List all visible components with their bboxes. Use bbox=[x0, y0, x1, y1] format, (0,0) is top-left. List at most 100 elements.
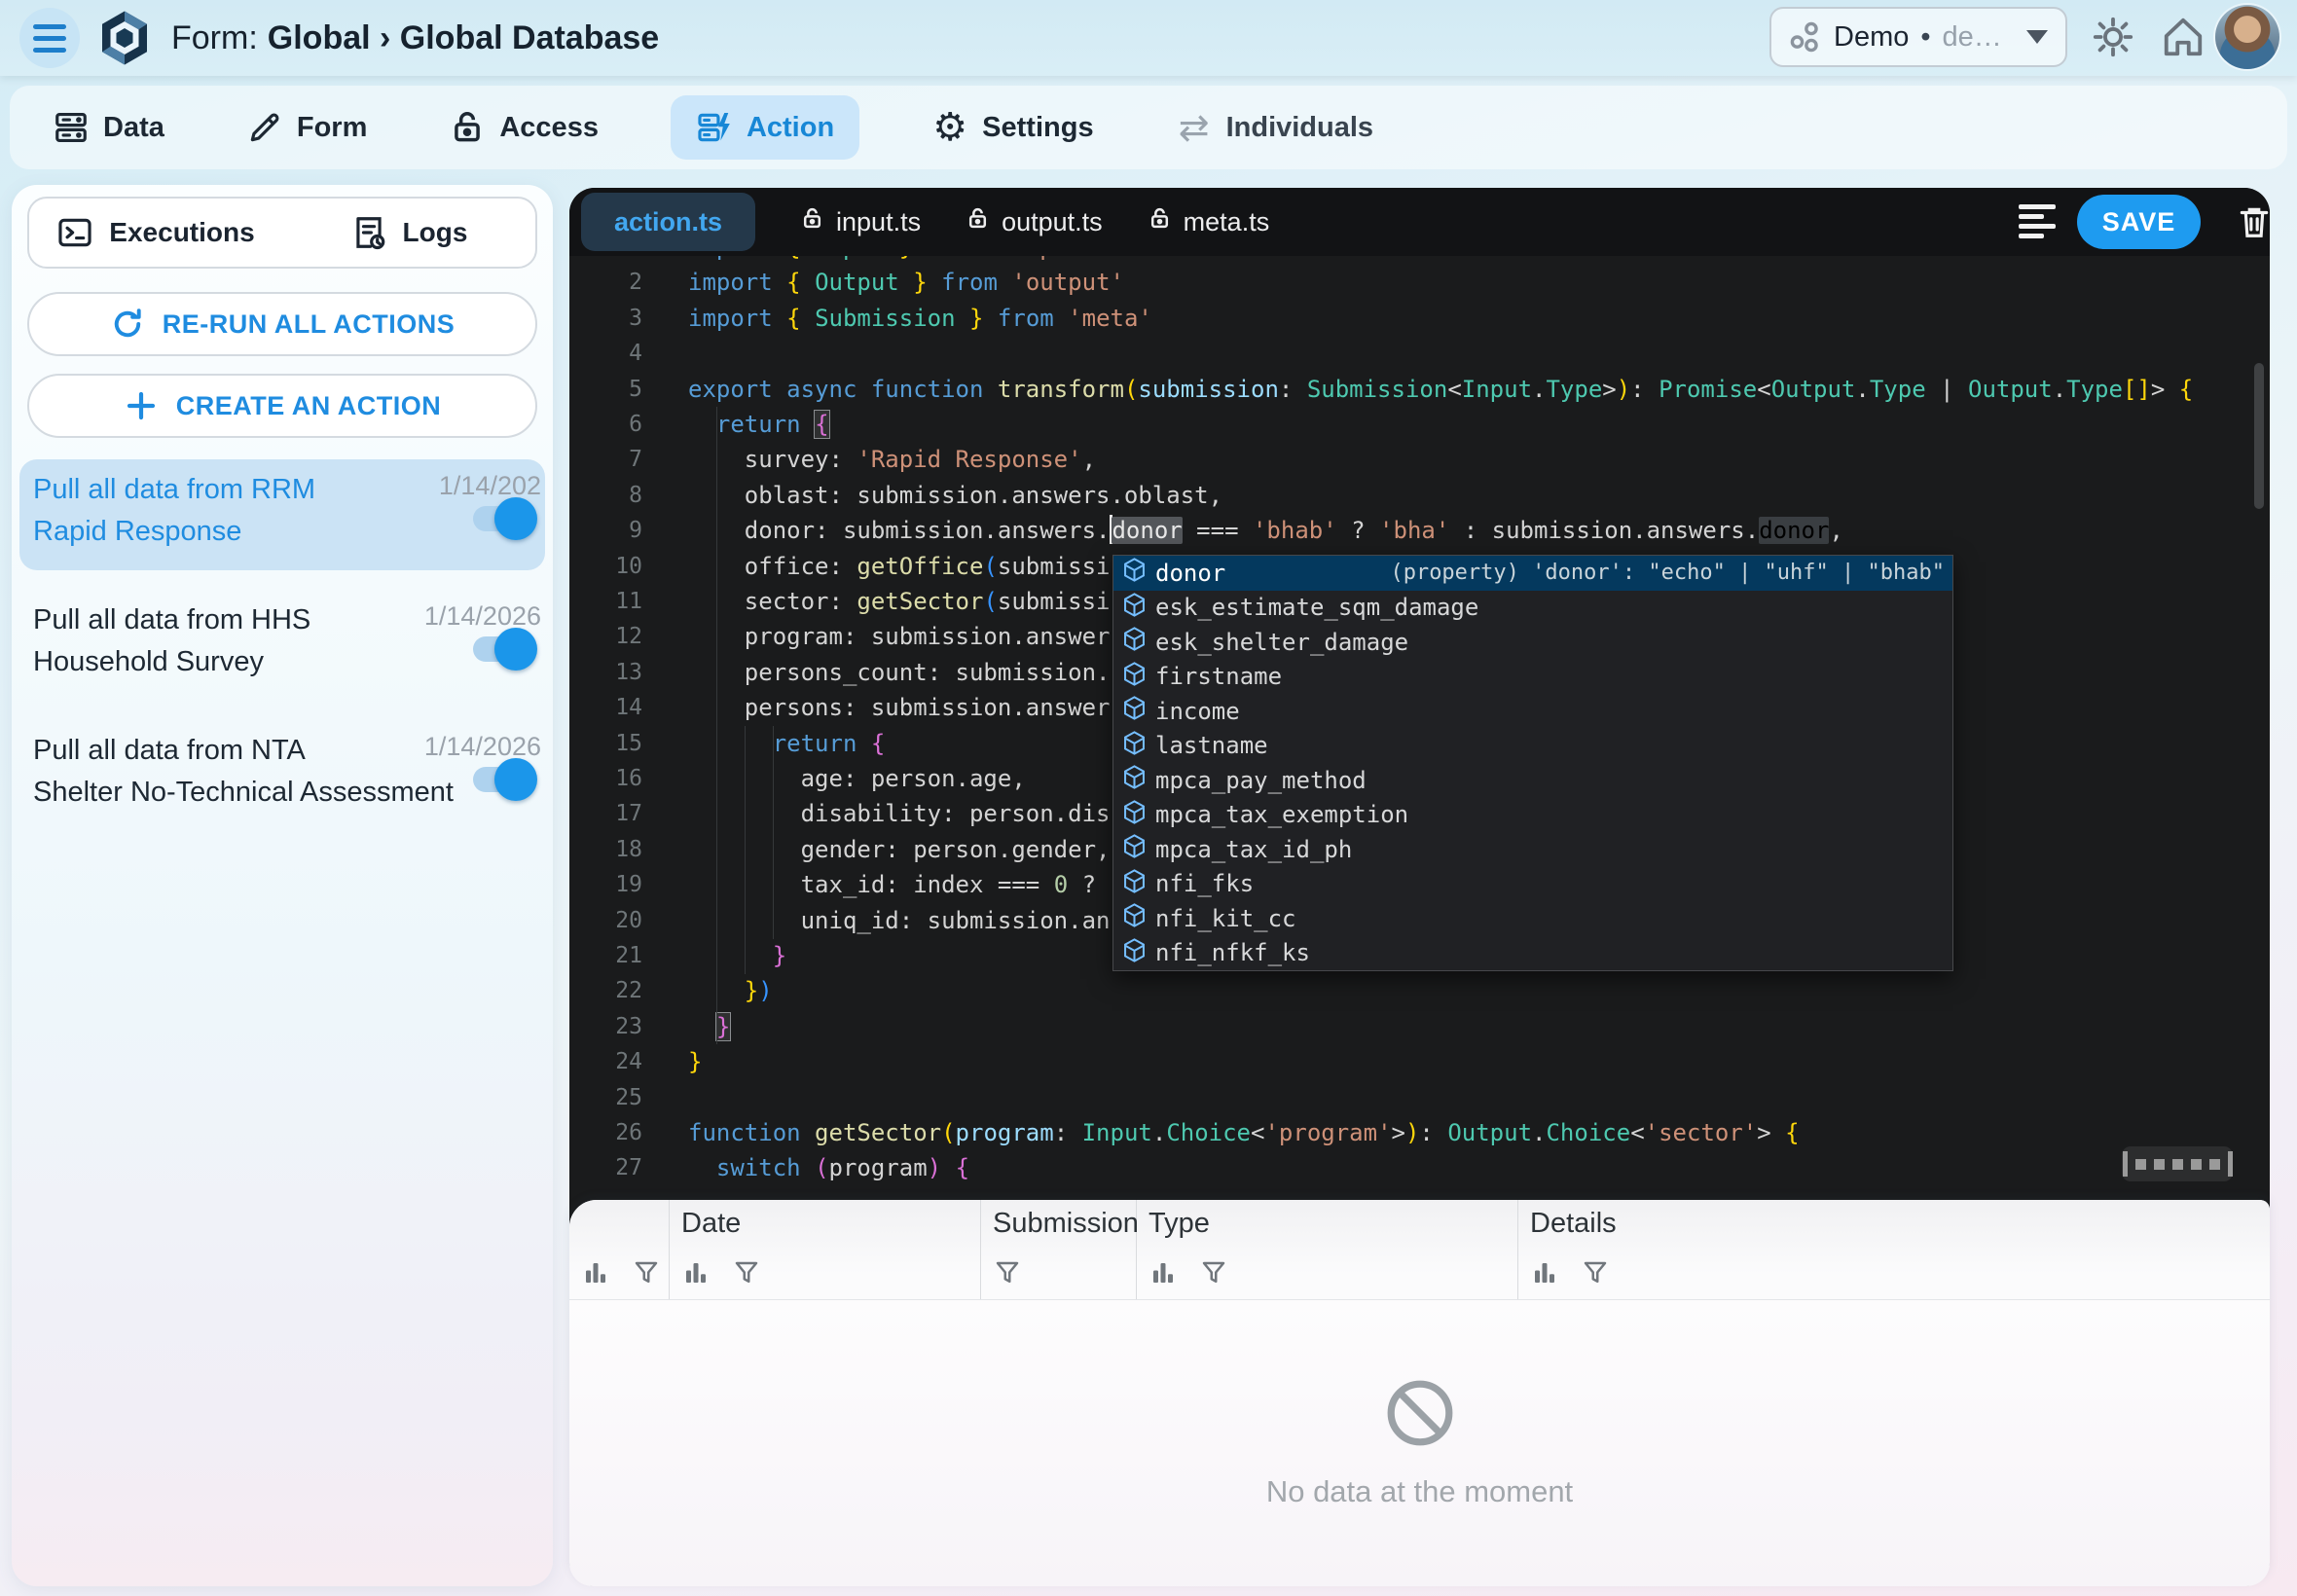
empty-state: No data at the moment bbox=[569, 1299, 2270, 1586]
property-icon bbox=[1121, 730, 1148, 762]
log-file-icon bbox=[350, 214, 387, 251]
org-icon bbox=[1789, 20, 1822, 54]
plus-icon bbox=[124, 388, 159, 423]
executions-logs-switch: Executions Logs bbox=[27, 197, 537, 269]
swap-icon: ⇄ bbox=[1176, 109, 1213, 146]
action-date: 1/14/202 bbox=[439, 471, 541, 501]
editor-scrollbar[interactable] bbox=[2254, 363, 2264, 509]
property-icon bbox=[1121, 799, 1148, 831]
indent-guide bbox=[773, 726, 774, 939]
table-column-details: Details bbox=[1518, 1200, 2270, 1299]
property-icon bbox=[1121, 557, 1148, 589]
logs-button[interactable]: Logs bbox=[282, 199, 535, 267]
code-line: 24} bbox=[569, 1044, 2270, 1080]
action-item[interactable]: Pull all data from RRMRapid Response1/14… bbox=[19, 459, 545, 570]
editor-tab-output.ts[interactable]: output.ts bbox=[966, 206, 1103, 237]
code-line: 4 bbox=[569, 336, 2270, 372]
results-table: DateSubmissionTypeDetails No data at the… bbox=[569, 1200, 2270, 1586]
code-line: 5export async function transform(submiss… bbox=[569, 372, 2270, 408]
autocomplete-item[interactable]: income bbox=[1113, 694, 1952, 729]
autocomplete-item[interactable]: mpca_tax_id_ph bbox=[1113, 832, 1952, 867]
rerun-all-actions-button[interactable]: RE-RUN ALL ACTIONS bbox=[27, 292, 537, 356]
autocomplete-item[interactable]: esk_shelter_damage bbox=[1113, 625, 1952, 660]
code-line: 2import { Output } from 'output' bbox=[569, 265, 2270, 301]
tab-data[interactable]: Data bbox=[43, 95, 174, 160]
property-icon bbox=[1121, 764, 1148, 796]
trash-icon[interactable] bbox=[2230, 200, 2269, 244]
autocomplete-item[interactable]: mpca_pay_method bbox=[1113, 763, 1952, 798]
code-line: 26function getSector(program: Input.Choi… bbox=[569, 1115, 2270, 1151]
code-line: 22 }) bbox=[569, 973, 2270, 1009]
autocomplete-item[interactable]: nfi_kit_cc bbox=[1113, 901, 1952, 936]
chart-icon[interactable] bbox=[581, 1258, 610, 1292]
autocomplete-item[interactable]: nfi_nfkf_ks bbox=[1113, 936, 1952, 971]
property-icon bbox=[1121, 937, 1148, 969]
filter-icon[interactable] bbox=[632, 1258, 661, 1292]
action-enabled-toggle[interactable] bbox=[473, 767, 531, 792]
minimap-slider[interactable] bbox=[2122, 1146, 2233, 1181]
lock-icon bbox=[449, 109, 486, 146]
table-header: DateSubmissionTypeDetails bbox=[569, 1200, 2270, 1300]
autocomplete-popup: donor(property) 'donor': "echo" | "uhf" … bbox=[1112, 555, 1953, 971]
property-icon bbox=[1121, 661, 1148, 693]
column-label: Date bbox=[681, 1208, 980, 1245]
action-date: 1/14/2026 bbox=[424, 601, 541, 632]
format-code-icon[interactable] bbox=[2013, 203, 2052, 240]
chevron-down-icon bbox=[2026, 30, 2048, 44]
property-icon bbox=[1121, 592, 1148, 624]
bolt-server-icon bbox=[696, 109, 733, 146]
menu-icon[interactable] bbox=[19, 8, 80, 68]
code-line: 8 oblast: submission.answers.oblast, bbox=[569, 478, 2270, 514]
indent-guide bbox=[745, 726, 746, 974]
home-icon[interactable] bbox=[2159, 14, 2207, 62]
code-line: 9 donor: submission.answers.donor === 'b… bbox=[569, 513, 2270, 549]
filter-icon[interactable] bbox=[993, 1258, 1022, 1292]
code-line: 25 bbox=[569, 1080, 2270, 1116]
tab-settings[interactable]: ⚙Settings bbox=[922, 95, 1103, 160]
code-line: 7 survey: 'Rapid Response', bbox=[569, 442, 2270, 478]
autocomplete-item[interactable]: nfi_fks bbox=[1113, 867, 1952, 902]
executions-button[interactable]: Executions bbox=[29, 199, 282, 267]
autocomplete-item[interactable]: firstname bbox=[1113, 660, 1952, 695]
autocomplete-item[interactable]: lastname bbox=[1113, 729, 1952, 764]
tab-access[interactable]: Access bbox=[439, 95, 608, 160]
action-enabled-toggle[interactable] bbox=[473, 506, 531, 531]
tab-action[interactable]: Action bbox=[671, 95, 859, 160]
workspace-selector[interactable]: Demo • de… bbox=[1769, 7, 2067, 67]
chart-icon[interactable] bbox=[1530, 1258, 1559, 1292]
page-title: Form:Global › Global Database bbox=[171, 0, 659, 76]
chart-icon[interactable] bbox=[1148, 1258, 1178, 1292]
avatar[interactable] bbox=[2215, 5, 2279, 69]
action-item[interactable]: Pull all data from NTAShelter No-Technic… bbox=[19, 720, 545, 831]
create-action-button[interactable]: CREATE AN ACTION bbox=[27, 374, 537, 438]
code-line: 6 return { bbox=[569, 407, 2270, 443]
filter-icon[interactable] bbox=[732, 1258, 761, 1292]
autocomplete-item[interactable]: donor(property) 'donor': "echo" | "uhf" … bbox=[1113, 556, 1952, 591]
editor-tab-meta.ts[interactable]: meta.ts bbox=[1148, 206, 1270, 237]
no-data-icon bbox=[1384, 1377, 1456, 1449]
main-nav: Data Form Access Action ⚙Settings ⇄Individual… bbox=[10, 86, 2287, 169]
save-button[interactable]: SAVE bbox=[2077, 195, 2201, 249]
tab-individuals[interactable]: ⇄Individuals bbox=[1166, 95, 1383, 160]
editor-tab-input.ts[interactable]: input.ts bbox=[800, 206, 921, 237]
filter-icon[interactable] bbox=[1199, 1258, 1228, 1292]
action-item[interactable]: Pull all data from HHSHousehold Survey1/… bbox=[19, 590, 545, 701]
actions-sidebar: Executions Logs RE-RUN ALL ACTIONS CREAT… bbox=[12, 185, 553, 1586]
column-label bbox=[581, 1208, 669, 1245]
theme-toggle-sun-icon[interactable] bbox=[2089, 14, 2137, 62]
chart-icon[interactable] bbox=[681, 1258, 711, 1292]
code-line: 3import { Submission } from 'meta' bbox=[569, 301, 2270, 337]
refresh-icon bbox=[110, 307, 145, 342]
tab-form[interactable]: Form bbox=[237, 95, 378, 160]
lock-icon bbox=[966, 206, 990, 237]
action-enabled-toggle[interactable] bbox=[473, 636, 531, 662]
column-label: Type bbox=[1148, 1208, 1517, 1245]
empty-message: No data at the moment bbox=[1266, 1474, 1573, 1509]
autocomplete-item[interactable]: mpca_tax_exemption bbox=[1113, 798, 1952, 833]
editor-tab-action.ts[interactable]: action.ts bbox=[581, 193, 755, 251]
column-label: Details bbox=[1530, 1208, 2270, 1245]
filter-icon[interactable] bbox=[1581, 1258, 1610, 1292]
autocomplete-item[interactable]: esk_estimate_sqm_damage bbox=[1113, 591, 1952, 626]
server-icon bbox=[53, 109, 90, 146]
app-logo bbox=[95, 9, 154, 67]
